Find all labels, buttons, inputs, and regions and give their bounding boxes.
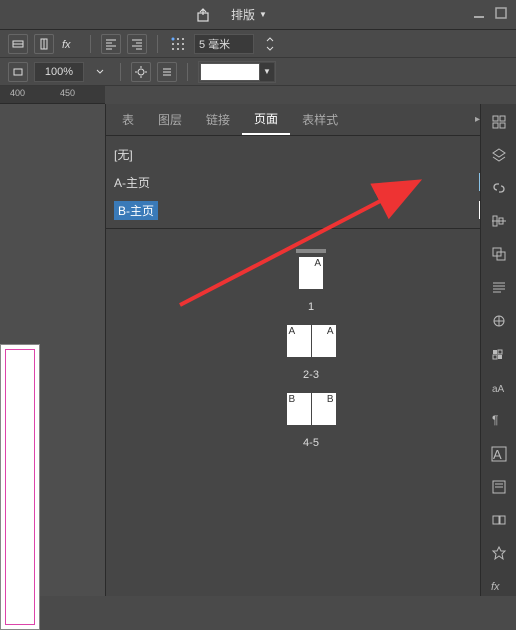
brightness-icon[interactable] (131, 62, 151, 82)
story-panel-icon[interactable] (489, 477, 509, 496)
minimize-icon[interactable] (472, 6, 486, 20)
fx-icon[interactable]: fx (60, 34, 80, 54)
fill-swatch (200, 63, 260, 81)
links-panel-icon[interactable] (489, 178, 509, 197)
right-panel-strip: aA ¶ A fx (480, 104, 516, 596)
page-master-letter: B (289, 394, 296, 405)
master-a-row[interactable]: A-主页 (106, 168, 516, 196)
character-panel-icon[interactable]: aA (489, 378, 509, 397)
master-a-label: A-主页 (114, 174, 150, 191)
stepper-icon[interactable] (260, 34, 280, 54)
ruler-mark: 450 (60, 88, 75, 98)
size-input[interactable]: 5 毫米 (194, 34, 254, 54)
paragraph-styles-icon[interactable]: ¶ (489, 411, 509, 430)
page-1-label: 1 (308, 301, 314, 313)
page-1[interactable]: A (299, 257, 323, 289)
swatches-panel-icon[interactable] (489, 344, 509, 363)
fx-panel-icon[interactable]: fx (489, 577, 509, 596)
chevron-down-icon: ▼ (259, 10, 267, 19)
frame-height-icon[interactable] (34, 34, 54, 54)
spread-4-5[interactable]: B B (287, 393, 336, 425)
page-master-letter: A (314, 258, 321, 269)
spread-2-3[interactable]: A A (287, 325, 336, 357)
menubar: 排版 ▼ (0, 0, 516, 30)
tab-table[interactable]: 表 (110, 104, 146, 135)
tab-links[interactable]: 链接 (194, 104, 242, 135)
svg-text:fx: fx (491, 581, 500, 593)
export-icon[interactable] (195, 7, 211, 23)
align-right-lines-icon[interactable] (127, 34, 147, 54)
svg-text:A: A (493, 447, 502, 462)
layout-menu[interactable]: 排版 ▼ (231, 6, 267, 23)
toolbar-row-2: 100% ▼ (0, 58, 516, 86)
page-master-letter: A (289, 326, 296, 337)
tab-table-styles[interactable]: 表样式 (290, 104, 350, 135)
page-master-letter: B (327, 394, 334, 405)
pathfinder-panel-icon[interactable] (489, 245, 509, 264)
chevron-down-icon: ▼ (260, 63, 274, 81)
glyph-panel-icon[interactable]: A (489, 444, 509, 463)
layers-panel-icon[interactable] (489, 145, 509, 164)
opacity-input[interactable]: 100% (34, 62, 84, 82)
document-preview[interactable] (0, 344, 40, 630)
horizontal-ruler: 400 450 (0, 86, 105, 104)
size-value: 5 毫米 (199, 36, 230, 52)
master-none-row[interactable]: [无] (106, 140, 516, 168)
align-lines-icon[interactable] (157, 62, 177, 82)
layout-menu-label: 排版 (231, 6, 255, 23)
canvas-area[interactable] (0, 104, 105, 596)
page-master-letter: A (327, 326, 334, 337)
master-b-label: B-主页 (114, 201, 158, 220)
ruler-mark: 400 (10, 88, 25, 98)
svg-text:aA: aA (492, 384, 505, 395)
toolbar-row-1: fx 5 毫米 (0, 30, 516, 58)
master-none-label: [无] (114, 146, 133, 163)
panel-tabs: 表 图层 链接 页面 表样式 ▸▸ ≡ (106, 104, 516, 136)
pages-panel: 表 图层 链接 页面 表样式 ▸▸ ≡ [无] A-主页 B-主页 (105, 104, 516, 596)
maximize-icon[interactable] (494, 6, 508, 20)
tab-layers[interactable]: 图层 (146, 104, 194, 135)
spread-indicator (296, 249, 326, 253)
svg-text:¶: ¶ (492, 413, 498, 427)
svg-text:fx: fx (62, 39, 71, 51)
rect-tool-icon[interactable] (8, 62, 28, 82)
effects-panel-icon[interactable] (489, 544, 509, 563)
fill-color-picker[interactable]: ▼ (198, 61, 276, 83)
opacity-dropdown-icon[interactable] (90, 62, 110, 82)
pages-area: A 1 A A 2-3 B B 4-5 (106, 228, 516, 596)
grid-anchor-icon[interactable] (168, 34, 188, 54)
grid-panel-icon[interactable] (489, 112, 509, 131)
object-styles-icon[interactable] (489, 510, 509, 529)
spread-4-5-label: 4-5 (303, 437, 319, 449)
master-b-row[interactable]: B-主页 (106, 196, 516, 224)
paragraph-panel-icon[interactable] (489, 278, 509, 297)
align-panel-icon[interactable] (489, 212, 509, 231)
spread-2-3-label: 2-3 (303, 369, 319, 381)
opacity-value: 100% (45, 66, 73, 78)
master-list: [无] A-主页 B-主页 (106, 136, 516, 228)
frame-width-icon[interactable] (8, 34, 28, 54)
align-left-lines-icon[interactable] (101, 34, 121, 54)
gradient-panel-icon[interactable] (489, 311, 509, 330)
tab-pages[interactable]: 页面 (242, 104, 290, 135)
